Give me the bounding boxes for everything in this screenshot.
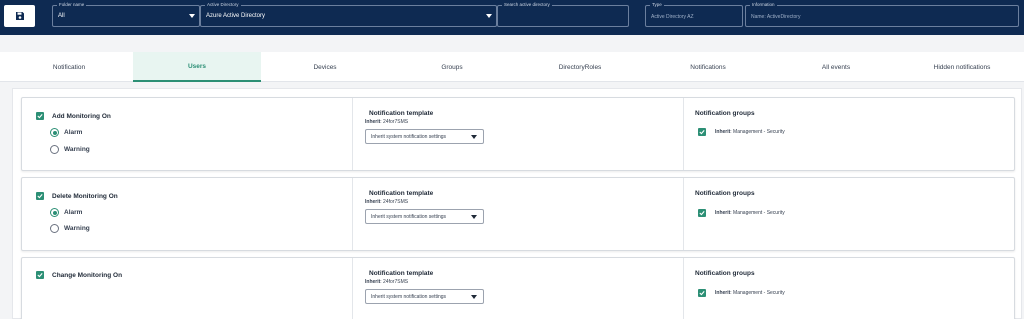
column-divider [683, 98, 684, 170]
column-divider [352, 258, 353, 319]
template-inherit-text: Inherit: 24for7SMS [365, 199, 409, 205]
column-divider [683, 258, 684, 319]
checkmark-icon [37, 114, 43, 119]
notification-group-checkbox[interactable] [698, 128, 706, 136]
floppy-disk-icon [15, 12, 24, 20]
type-field: Type Active Directory AZ [645, 1, 743, 27]
warning-radio[interactable] [50, 145, 59, 154]
folder-name-label: Folder name [57, 1, 87, 8]
notification-groups-title: Notification groups [695, 190, 755, 197]
notification-group-item: Inherit: Management - Security [715, 129, 785, 135]
information-value: Name: ActiveDirectory [751, 14, 801, 20]
monitoring-card-add: Add Monitoring On Alarm Warning Notifica… [21, 97, 1015, 171]
tab-bar: Notification Users Devices Groups Direct… [0, 52, 1024, 82]
warning-label: Warning [64, 146, 90, 153]
active-directory-label: Active Directory [205, 1, 241, 8]
tab-hidden-notifications[interactable]: Hidden notifications [900, 52, 1024, 82]
template-inherit-text: Inherit: 24for7SMS [365, 279, 409, 285]
tab-notification[interactable]: Notification [8, 52, 130, 82]
card-title: Delete Monitoring On [52, 193, 118, 200]
notification-group-checkbox[interactable] [698, 289, 706, 297]
tab-all-events[interactable]: All events [774, 52, 898, 82]
delete-monitoring-checkbox[interactable] [36, 192, 44, 200]
save-button[interactable] [4, 5, 35, 27]
notification-template-select[interactable]: Inherit system notification settings [365, 289, 484, 304]
column-divider [352, 98, 353, 170]
information-label: Information [750, 1, 777, 8]
alarm-label: Alarm [64, 209, 83, 216]
tab-users[interactable]: Users [133, 52, 261, 82]
column-divider [683, 178, 684, 250]
type-value: Active Directory AZ [651, 14, 694, 20]
chevron-down-icon [471, 135, 477, 139]
notification-template-select[interactable]: Inherit system notification settings [365, 209, 484, 224]
notification-template-title: Notification template [369, 110, 434, 117]
chevron-down-icon [486, 14, 492, 18]
template-inherit-text: Inherit: 24for7SMS [365, 119, 409, 125]
tab-notifications[interactable]: Notifications [646, 52, 770, 82]
select-value: Inherit system notification settings [371, 294, 447, 300]
type-label: Type [650, 1, 664, 8]
notification-group-item: Inherit: Management - Security [715, 290, 785, 296]
change-monitoring-checkbox[interactable] [36, 271, 44, 279]
tab-devices[interactable]: Devices [264, 52, 386, 82]
card-title: Change Monitoring On [52, 272, 123, 279]
chevron-down-icon [189, 14, 195, 18]
checkmark-icon [699, 291, 705, 296]
settings-panel: Add Monitoring On Alarm Warning Notifica… [12, 88, 1022, 319]
notification-group-checkbox[interactable] [698, 209, 706, 217]
warning-radio[interactable] [50, 224, 59, 233]
search-active-directory-input[interactable]: Search active directory [497, 1, 629, 27]
active-directory-select[interactable]: Active Directory Azure Active Directory [200, 1, 497, 27]
checkmark-icon [37, 273, 43, 278]
alarm-label: Alarm [64, 129, 83, 136]
information-field: Information Name: ActiveDirectory [745, 1, 1019, 27]
notification-groups-title: Notification groups [695, 270, 755, 277]
notification-template-title: Notification template [369, 270, 434, 277]
folder-name-value: All [58, 13, 65, 19]
tab-directoryroles[interactable]: DirectoryRoles [518, 52, 642, 82]
alarm-radio[interactable] [50, 128, 59, 137]
monitoring-card-delete: Delete Monitoring On Alarm Warning Notif… [21, 177, 1015, 251]
checkmark-icon [699, 211, 705, 216]
column-divider [352, 178, 353, 250]
card-title: Add Monitoring On [52, 113, 111, 120]
select-value: Inherit system notification settings [371, 134, 447, 140]
chevron-down-icon [471, 295, 477, 299]
active-directory-value: Azure Active Directory [206, 13, 266, 19]
notification-groups-title: Notification groups [695, 110, 755, 117]
notification-template-title: Notification template [369, 190, 434, 197]
warning-label: Warning [64, 225, 90, 232]
monitoring-card-change: Change Monitoring On Notification templa… [21, 257, 1015, 319]
search-label: Search active directory [502, 1, 552, 8]
notification-template-select[interactable]: Inherit system notification settings [365, 129, 484, 144]
add-monitoring-checkbox[interactable] [36, 112, 44, 120]
alarm-radio[interactable] [50, 208, 59, 217]
top-toolbar: Folder name All Active Directory Azure A… [0, 0, 1024, 35]
tab-groups[interactable]: Groups [390, 52, 514, 82]
notification-group-item: Inherit: Management - Security [715, 210, 785, 216]
chevron-down-icon [471, 215, 477, 219]
folder-name-select[interactable]: Folder name All [52, 1, 200, 27]
checkmark-icon [699, 130, 705, 135]
checkmark-icon [37, 194, 43, 199]
select-value: Inherit system notification settings [371, 214, 447, 220]
